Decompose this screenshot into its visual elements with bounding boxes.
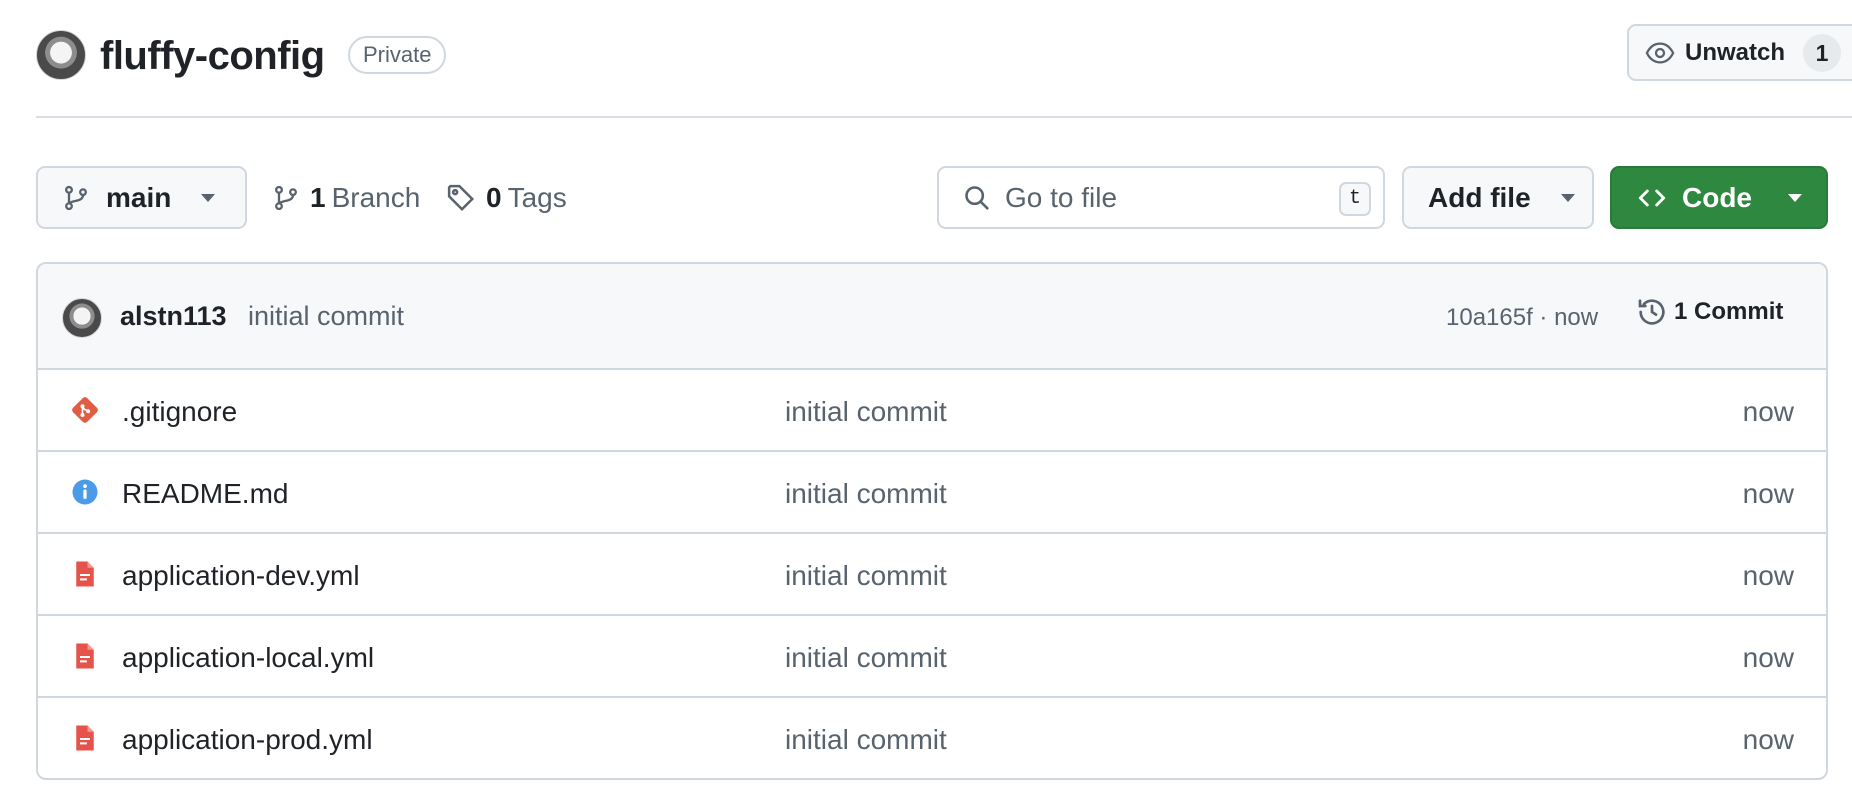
- file-commit-message[interactable]: initial commit: [785, 396, 947, 428]
- repo-header: fluffy-config Private Unwatch 1: [36, 24, 1852, 84]
- visibility-badge: Private: [348, 36, 447, 74]
- watch-count-badge: 1: [1803, 33, 1842, 72]
- commit-history-link[interactable]: 1 Commit: [1636, 296, 1783, 328]
- file-icon: [76, 561, 94, 587]
- search-icon: [965, 185, 989, 210]
- file-row[interactable]: .gitignore initial commit now: [38, 370, 1826, 452]
- branch-label: Branch: [331, 181, 421, 213]
- search-input[interactable]: [1005, 181, 1335, 214]
- chevron-down-icon: [1788, 193, 1802, 202]
- file-name[interactable]: .gitignore: [122, 396, 237, 428]
- add-file-button[interactable]: Add file: [1402, 166, 1594, 229]
- code-icon: [1638, 189, 1666, 206]
- tag-icon: [447, 184, 475, 211]
- latest-commit-bar: alstn113 initial commit 10a165f · now 1 …: [38, 264, 1826, 370]
- branch-name: main: [106, 181, 172, 213]
- file-row[interactable]: application-local.yml initial commit now: [38, 616, 1826, 698]
- tag-label: Tags: [507, 181, 567, 213]
- code-label: Code: [1682, 181, 1752, 213]
- repo-name[interactable]: fluffy-config: [100, 34, 325, 79]
- branch-count: 1: [310, 181, 326, 213]
- file-row[interactable]: README.md initial commit now: [38, 452, 1826, 534]
- go-to-file-search[interactable]: t: [937, 166, 1385, 229]
- commit-author[interactable]: alstn113: [120, 301, 227, 332]
- chevron-down-icon: [201, 193, 216, 202]
- branch-select-button[interactable]: main: [36, 166, 247, 229]
- header-divider: [36, 116, 1852, 118]
- file-commit-message[interactable]: initial commit: [785, 642, 947, 674]
- eye-icon: [1645, 41, 1675, 64]
- file-icon: [76, 725, 94, 751]
- chevron-down-icon: [1560, 193, 1575, 202]
- file-table: alstn113 initial commit 10a165f · now 1 …: [36, 262, 1828, 780]
- file-row[interactable]: application-dev.yml initial commit now: [38, 534, 1826, 616]
- commit-author-avatar[interactable]: [62, 298, 102, 338]
- code-button[interactable]: Code: [1610, 166, 1828, 229]
- tags-link[interactable]: 0 Tags: [446, 166, 567, 229]
- commit-message[interactable]: initial commit: [248, 301, 404, 332]
- commit-count-label: 1 Commit: [1674, 298, 1784, 325]
- owner-avatar[interactable]: [36, 30, 86, 80]
- unwatch-label: Unwatch: [1685, 38, 1786, 66]
- file-name[interactable]: README.md: [122, 478, 288, 510]
- branches-link[interactable]: 1 Branch: [272, 166, 420, 229]
- file-age: now: [1742, 560, 1794, 591]
- tag-count: 0: [486, 181, 502, 213]
- file-age: now: [1742, 478, 1794, 509]
- history-icon: [1638, 299, 1665, 325]
- file-name[interactable]: application-local.yml: [122, 642, 374, 674]
- info-icon: [72, 479, 98, 505]
- file-commit-message[interactable]: initial commit: [785, 478, 947, 510]
- file-name[interactable]: application-prod.yml: [122, 724, 373, 756]
- commit-sha-time[interactable]: 10a165f · now: [1446, 304, 1598, 332]
- branch-icon: [65, 185, 87, 210]
- file-name[interactable]: application-dev.yml: [122, 560, 360, 592]
- file-row[interactable]: application-prod.yml initial commit now: [38, 698, 1826, 778]
- file-age: now: [1742, 642, 1794, 673]
- file-age: now: [1742, 724, 1794, 755]
- keyboard-shortcut-hint: t: [1339, 182, 1371, 216]
- unwatch-button[interactable]: Unwatch 1: [1627, 24, 1852, 81]
- file-commit-message[interactable]: initial commit: [785, 724, 947, 756]
- branch-icon: [275, 185, 297, 210]
- git-icon: [72, 397, 98, 423]
- file-age: now: [1742, 396, 1794, 427]
- file-commit-message[interactable]: initial commit: [785, 560, 947, 592]
- file-icon: [76, 643, 94, 669]
- add-file-label: Add file: [1428, 181, 1531, 213]
